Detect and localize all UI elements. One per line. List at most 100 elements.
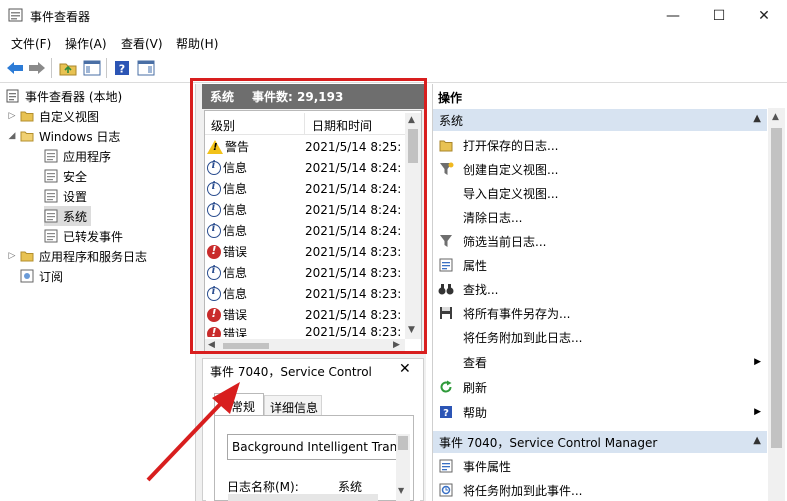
action-label: 清除日志... [463, 210, 523, 225]
tree-item-app-service-logs[interactable]: ▷ 应用程序和服务日志 [6, 246, 147, 266]
action-label: 查看 [463, 355, 488, 370]
help-toolbar-icon[interactable]: ? [112, 58, 132, 78]
actions-header: 操作 [438, 91, 463, 105]
action-clear-log[interactable]: 清除日志... [438, 206, 763, 228]
menu-help[interactable]: 帮助(H) [176, 35, 218, 52]
tree-label: 安全 [63, 169, 88, 184]
action-label: 将任务附加到此日志... [463, 330, 583, 345]
maximize-button[interactable]: ☐ [696, 0, 742, 31]
action-find[interactable]: 查找... [438, 278, 763, 300]
toolbar-separator [51, 58, 52, 78]
blank-icon [438, 209, 454, 225]
scroll-thumb[interactable] [398, 436, 408, 450]
action-open-saved-log[interactable]: 打开保存的日志... [438, 134, 763, 156]
section-title: 事件 7040，Service Control Manager [439, 435, 658, 450]
filter-create-icon [438, 161, 454, 177]
save-icon [438, 305, 454, 321]
action-properties[interactable]: 属性 [438, 254, 763, 276]
action-label: 属性 [463, 258, 488, 273]
menu-file[interactable]: 文件(F) [11, 35, 51, 52]
action-save-all-events[interactable]: 将所有事件另存为... [438, 302, 763, 324]
detail-horizontal-scrollbar[interactable] [228, 494, 378, 501]
scroll-up-icon[interactable]: ▲ [772, 112, 779, 122]
action-attach-task-to-log[interactable]: 将任务附加到此日志... [438, 326, 763, 348]
action-label: 打开保存的日志... [463, 138, 559, 153]
tree-item-application[interactable]: 应用程序 [44, 146, 111, 166]
tree-label: 事件查看器 (本地) [25, 89, 123, 104]
event-description: Background Intelligent Tran [227, 434, 397, 460]
action-label: 查找... [463, 282, 499, 297]
show-hide-tree-icon[interactable] [82, 58, 102, 78]
toolbar-separator [106, 58, 107, 78]
folder-icon [20, 251, 34, 262]
event-viewer-app-icon [8, 8, 23, 22]
folder-open-icon [438, 137, 454, 153]
tree-item-setup[interactable]: 设置 [44, 186, 87, 206]
action-attach-task-to-event[interactable]: 将任务附加到此事件... [438, 479, 763, 501]
blank-icon [438, 185, 454, 201]
action-refresh[interactable]: 刷新 [438, 376, 763, 398]
svg-text:?: ? [443, 408, 449, 419]
minimize-button[interactable]: — [650, 0, 696, 31]
log-icon [44, 149, 58, 163]
tree-label: 已转发事件 [63, 229, 124, 244]
log-icon [44, 189, 58, 203]
menu-view[interactable]: 查看(V) [121, 35, 163, 52]
event-viewer-icon [6, 89, 19, 103]
tree-label: Windows 日志 [39, 129, 121, 144]
action-label: 将任务附加到此事件... [463, 483, 583, 498]
back-icon[interactable] [5, 58, 25, 78]
tree-label: 自定义视图 [39, 109, 100, 124]
action-help[interactable]: ? 帮助 ▶ [438, 401, 763, 423]
action-event-properties[interactable]: 事件属性 [438, 455, 763, 477]
blank-icon [438, 329, 454, 345]
help-icon: ? [438, 404, 454, 420]
section-title: 系统 [439, 113, 464, 128]
scroll-thumb[interactable] [771, 128, 782, 448]
menu-action[interactable]: 操作(A) [65, 35, 107, 52]
tree-item-custom-views[interactable]: ▷ 自定义视图 [6, 106, 99, 126]
actions-section-event[interactable]: 事件 7040，Service Control Manager ▲ [433, 431, 767, 453]
tree-item-security[interactable]: 安全 [44, 166, 87, 186]
action-label: 刷新 [463, 380, 488, 395]
action-label: 导入自定义视图... [463, 186, 559, 201]
action-label: 筛选当前日志... [463, 234, 547, 249]
action-label: 帮助 [463, 405, 488, 420]
forward-icon[interactable] [27, 58, 47, 78]
chevron-right-icon[interactable]: ▷ [6, 111, 18, 121]
chevron-right-icon[interactable]: ▷ [6, 251, 18, 261]
show-hide-action-pane-icon[interactable] [136, 58, 156, 78]
tree-root-event-viewer[interactable]: 事件查看器 (本地) [6, 86, 122, 106]
filter-icon [438, 233, 454, 249]
action-create-custom-view[interactable]: 创建自定义视图... [438, 158, 763, 180]
log-name-value: 系统 [338, 480, 363, 494]
actions-scrollbar[interactable]: ▲ [768, 108, 785, 501]
collapse-icon[interactable]: ▲ [753, 113, 761, 124]
blank-icon [438, 354, 454, 370]
tree-item-windows-logs[interactable]: ◢ Windows 日志 [6, 126, 121, 146]
detail-scrollbar[interactable]: ▼ [396, 434, 410, 501]
action-filter-current-log[interactable]: 筛选当前日志... [438, 230, 763, 252]
tree-label: 订阅 [39, 269, 64, 284]
svg-text:?: ? [119, 63, 125, 76]
tree-item-system[interactable]: 系统 [44, 206, 92, 226]
scroll-down-icon[interactable]: ▼ [398, 486, 404, 495]
tree-item-forwarded-events[interactable]: 已转发事件 [44, 226, 123, 246]
tab-details[interactable]: 详细信息 [264, 395, 322, 415]
refresh-icon [438, 379, 454, 395]
tree-item-subscriptions[interactable]: 订阅 [20, 266, 63, 286]
action-import-custom-view[interactable]: 导入自定义视图... [438, 182, 763, 204]
actions-section-system[interactable]: 系统 ▲ [433, 109, 767, 131]
collapse-icon[interactable]: ▲ [753, 435, 761, 446]
binoculars-icon [438, 281, 454, 297]
close-button[interactable]: ✕ [741, 0, 787, 31]
menu-bar [0, 31, 787, 53]
log-icon [44, 169, 58, 183]
folder-open-icon [20, 131, 34, 142]
action-view[interactable]: 查看 ▶ [438, 351, 763, 373]
close-detail-icon[interactable]: ✕ [399, 361, 411, 377]
highlight-box [190, 78, 427, 354]
chevron-down-icon[interactable]: ◢ [6, 131, 18, 141]
task-icon [438, 482, 454, 498]
up-folder-icon[interactable] [58, 58, 78, 78]
